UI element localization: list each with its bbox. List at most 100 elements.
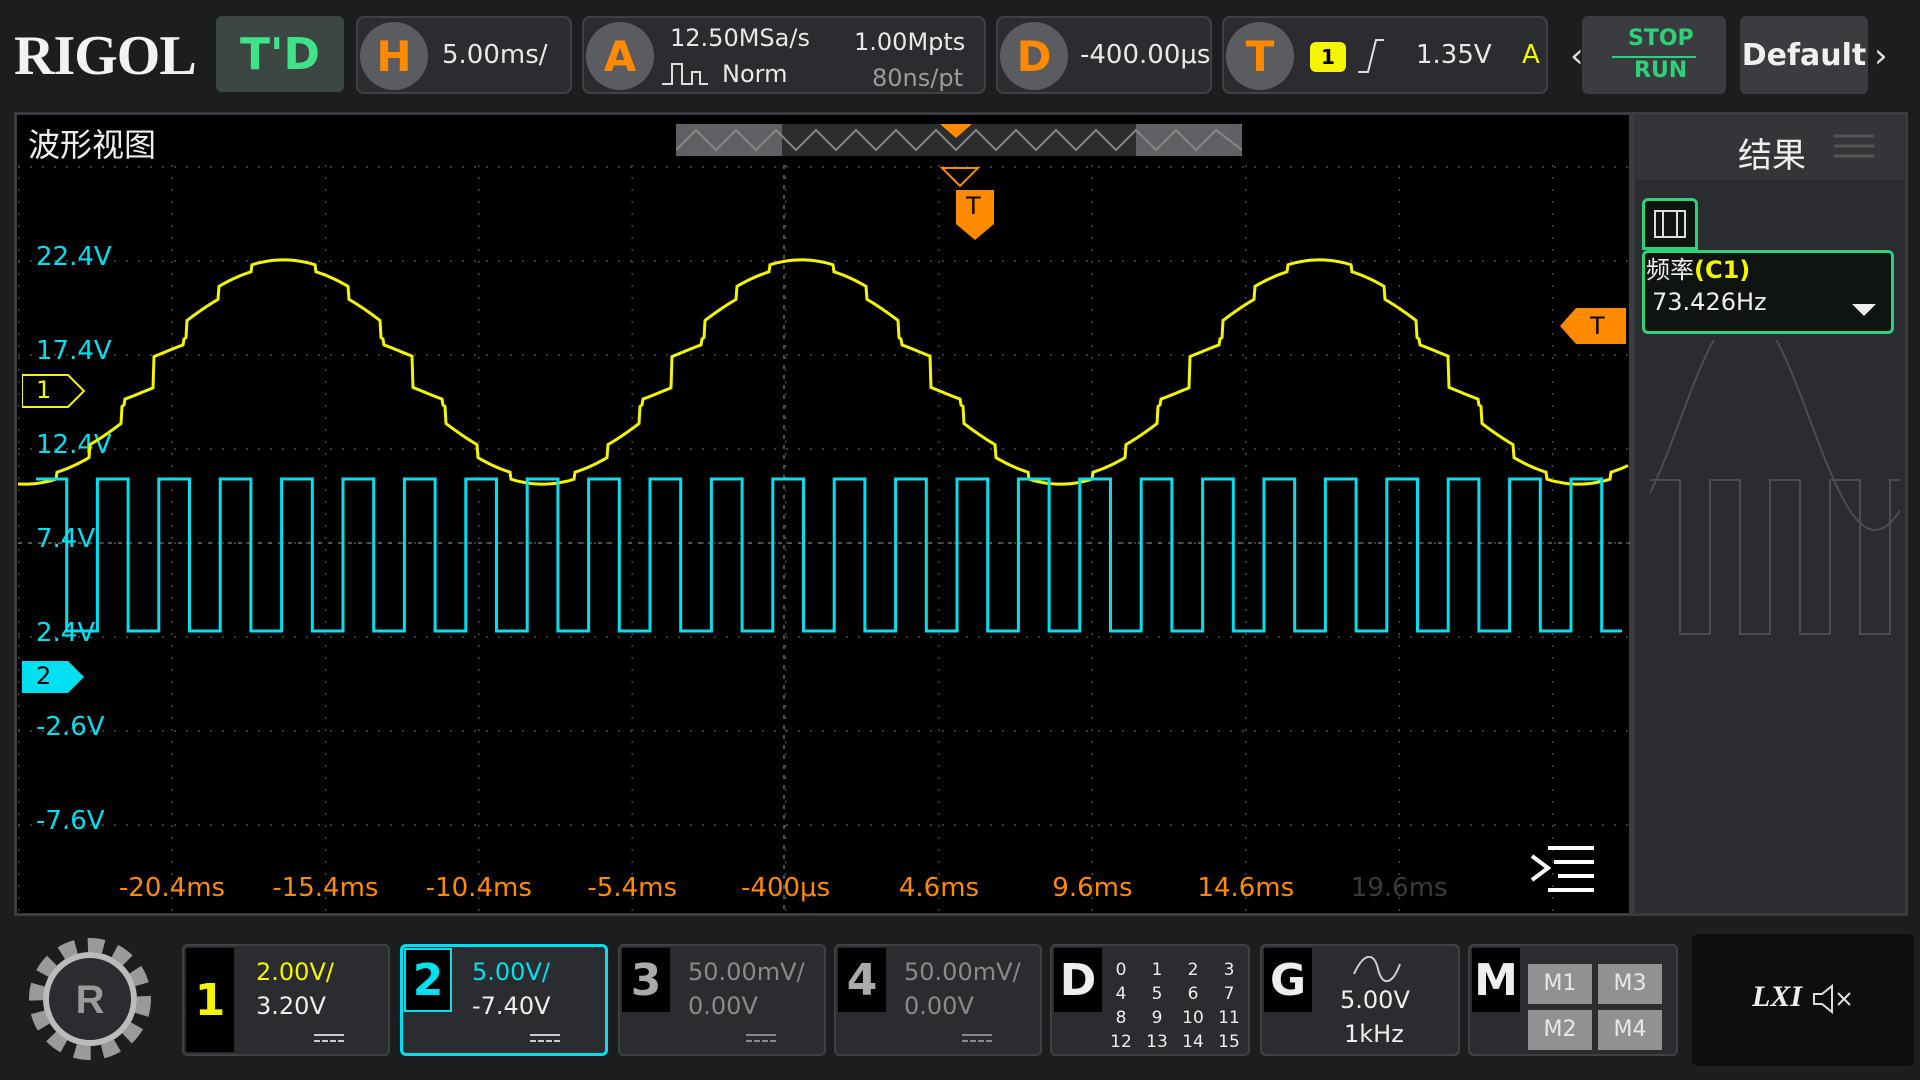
ch2-scale: 5.00V/ [472,958,550,986]
digital-bit-label: 4 [1115,984,1127,1004]
x-axis-label: -400μs [741,873,830,903]
math-m4-button[interactable]: M4 [1598,1010,1662,1050]
ch4-coupling-icon [962,1034,992,1042]
digital-bit-label: 10 [1182,1008,1204,1028]
x-axis-label: -15.4ms [272,873,378,903]
ch1-scale: 2.00V/ [256,958,334,986]
trigger-pointer-icon [940,167,980,188]
lxi-logo: LXI [1752,980,1803,1013]
ch3-scale: 50.00mV/ [688,958,805,986]
ch2-trace [36,477,1622,633]
digital-bit-label: 15 [1218,1032,1240,1052]
default-button[interactable]: Default [1740,16,1868,94]
mute-icon[interactable] [1810,982,1854,1016]
measurement-tab[interactable] [1642,198,1698,250]
x-axis-label: -20.4ms [119,873,225,903]
measurement-source: (C1) [1694,256,1751,284]
digital-bit-label: 12 [1110,1032,1132,1052]
acquire-mode: Norm [722,60,788,88]
sine-wave-icon [1353,956,1401,982]
ch4-scale: 50.00mV/ [904,958,1021,986]
ch3-coupling-icon [746,1034,776,1042]
y-axis-label: -7.6V [36,806,105,836]
trigger-key-icon: T [1226,22,1294,90]
acquire-mode-icon [662,63,708,85]
trigger-position-label: T [966,192,981,220]
settings-gear-button[interactable]: R [18,930,162,1068]
ch1-marker-label: 1 [36,376,52,404]
ch2-number: 2 [404,948,452,1012]
trigger-position-marker[interactable]: T [956,190,994,240]
timebase-mode-button[interactable]: T'D [216,16,344,92]
digital-bit-label: 11 [1218,1008,1240,1028]
x-axis-label: 4.6ms [899,873,979,903]
x-axis-label: 14.6ms [1197,873,1294,903]
rising-edge-icon [1358,39,1384,73]
generator-amplitude: 5.00V [1340,986,1410,1014]
measurement-name: 频率(C1) [1646,250,1750,285]
sample-rate: 12.50MSa/s [670,24,810,52]
y-axis-label: 17.4V [36,336,112,366]
horizontal-scale-value: 5.00ms/ [442,40,548,70]
math-m1-button[interactable]: M1 [1528,964,1592,1004]
trigger-source-badge: 1 [1310,42,1346,72]
chevron-down-icon[interactable] [1852,302,1876,318]
delay-value: -400.00μs [1080,40,1211,70]
digital-bit-label: 14 [1182,1032,1204,1052]
digital-bit-label: 6 [1187,984,1199,1004]
rigol-logo: RIGOL [14,25,197,87]
results-title: 结果 [1738,136,1806,176]
status-area [1692,934,1914,1066]
digital-bit-label: 0 [1115,960,1127,980]
ch2-marker-label: 2 [36,662,52,690]
ch2-offset: -7.40V [472,992,551,1020]
waveform-grid: 22.4V17.4V12.4V7.4V2.4V-2.6V-7.6V-20.4ms… [18,165,1630,913]
ch4-number: 4 [838,948,886,1012]
math-key: M [1472,948,1520,1012]
digital-bit-label: 2 [1187,960,1199,980]
ch1-offset: 3.20V [256,992,326,1020]
delay-key-icon: D [1000,22,1068,90]
digital-key: D [1054,948,1102,1012]
y-axis-label: 12.4V [36,430,112,460]
measurement-value: 73.426Hz [1652,288,1767,316]
trigger-level-marker[interactable]: T [1560,308,1626,344]
ch2-offset-marker[interactable]: 2 [22,660,84,694]
digital-bit-grid: 0 1 2 3 4 5 6 7 8 9 10 11 12 13 14 15 [1104,960,1248,1056]
x-axis-label: -10.4ms [426,873,532,903]
digital-bit-label: 1 [1151,960,1163,980]
generator-frequency: 1kHz [1344,1020,1404,1048]
ghost-ch2-trace [1650,479,1900,635]
x-axis-label: 9.6ms [1052,873,1132,903]
y-axis-label: 22.4V [36,242,112,272]
ch3-number: 3 [622,948,670,1012]
ch4-offset: 0.00V [904,992,974,1020]
results-background-waveform [1650,340,1900,635]
ch1-offset-marker[interactable]: 1 [22,374,86,408]
horizontal-key-icon: H [360,22,428,90]
trigger-mode: A [1522,40,1540,70]
math-m2-button[interactable]: M2 [1528,1010,1592,1050]
ghost-ch1-trace [1650,340,1900,531]
ch3-offset: 0.00V [688,992,758,1020]
memory-overview-bar[interactable] [676,124,1242,156]
x-axis-label: 19.6ms [1351,873,1448,903]
digital-bit-label: 13 [1146,1032,1168,1052]
digital-bit-label: 8 [1115,1008,1127,1028]
ch1-number: 1 [186,948,234,1052]
waveform-view-title: 波形视图 [28,126,157,164]
run-label: RUN [1634,58,1688,83]
measure-icon [1654,210,1686,238]
digital-bit-label: 9 [1151,1008,1163,1028]
results-menu-icon[interactable] [1834,132,1874,160]
svg-text:R: R [76,978,105,1022]
y-axis-label: -2.6V [36,712,105,742]
x-axis-label: -5.4ms [587,873,677,903]
menu-expand-icon[interactable] [1528,842,1598,894]
chevron-right-icon[interactable]: › [1874,36,1888,76]
math-m3-button[interactable]: M3 [1598,964,1662,1004]
stop-label: STOP [1628,26,1694,51]
ch1-coupling-icon [314,1034,344,1042]
acquire-key-icon: A [586,22,654,90]
generator-key: G [1264,948,1312,1012]
